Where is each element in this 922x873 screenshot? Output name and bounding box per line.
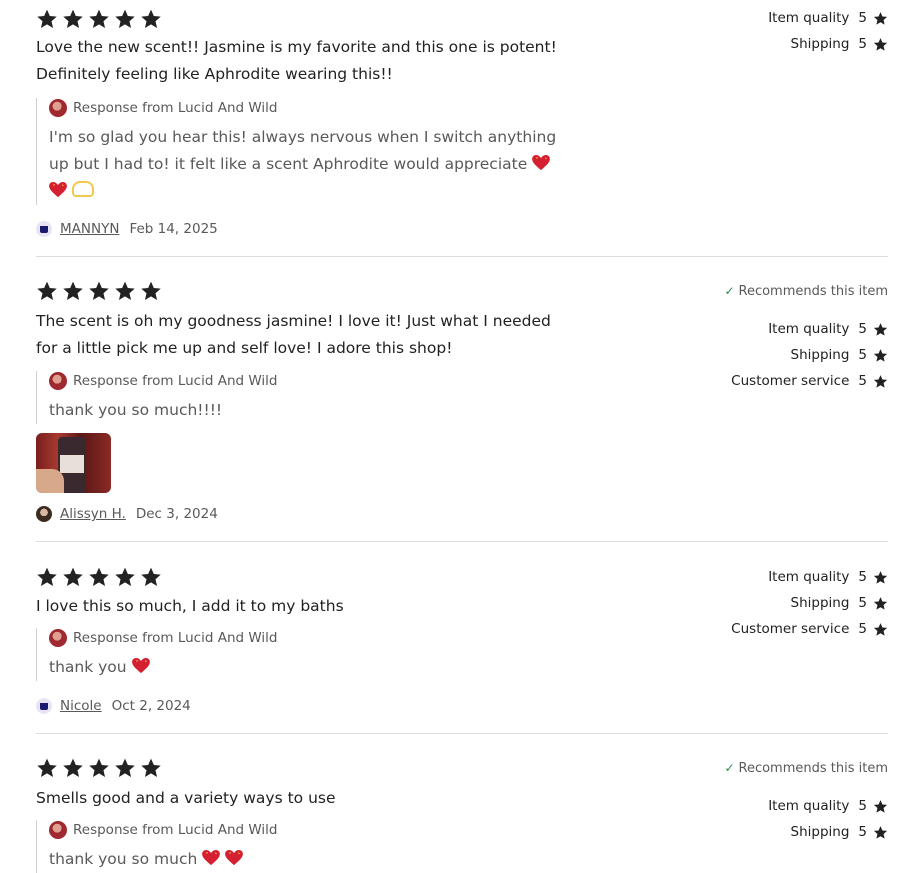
star-icon [114, 8, 138, 30]
divider [36, 541, 888, 542]
rating-row-shipping: Shipping 5 [768, 31, 888, 57]
rating-row-customer-service: Customer service 5 [731, 616, 888, 642]
review-card: The scent is oh my goodness jasmine! I l… [36, 280, 888, 530]
divider [36, 733, 888, 734]
review-meta: MANNYN Feb 14, 2025 [36, 219, 218, 239]
recommends-badge: ✓ Recommends this item [724, 760, 888, 776]
star-icon [140, 280, 164, 302]
avatar [36, 698, 52, 714]
response-label: Response from Lucid And Wild [73, 100, 278, 116]
response-label: Response from Lucid And Wild [73, 822, 278, 838]
shop-avatar [49, 629, 67, 647]
star-icon [873, 570, 888, 585]
rating-breakdown: ✓ Recommends this item Item quality 5 Ship… [724, 757, 888, 845]
response-text: thank you [49, 654, 569, 681]
review-text: Love the new scent!! Jasmine is my favor… [36, 38, 557, 83]
shop-response: Response from Lucid And Wild thank you s… [36, 371, 569, 424]
reviewer-name-link[interactable]: Alissyn H. [60, 506, 126, 522]
star-icon [873, 825, 888, 840]
star-icon [36, 8, 60, 30]
check-icon: ✓ [724, 284, 735, 298]
recommends-badge: ✓ Recommends this item [724, 283, 888, 299]
rating-breakdown: Item quality 5 Shipping 5 Customer service… [731, 564, 888, 642]
star-icon [873, 596, 888, 611]
review-date: Dec 3, 2024 [135, 506, 218, 522]
review-photo[interactable] [36, 433, 111, 493]
divider [36, 256, 888, 257]
reviewer-name-link[interactable]: Nicole [60, 698, 102, 714]
review-text: The scent is oh my goodness jasmine! I l… [36, 312, 551, 357]
star-icon [62, 280, 86, 302]
heart-icon [225, 850, 243, 866]
response-label: Response from Lucid And Wild [73, 630, 278, 646]
review-card: I love this so much, I add it to my bath… [36, 566, 888, 716]
avatar [36, 221, 52, 237]
reviewer-name-link[interactable]: MANNYN [60, 221, 119, 237]
rating-row-shipping: Shipping 5 [724, 342, 888, 368]
review-text: I love this so much, I add it to my bath… [36, 597, 344, 615]
star-icon [62, 757, 86, 779]
rating-breakdown: ✓ Recommends this item Item quality 5 Ship… [724, 280, 888, 394]
star-icon [873, 322, 888, 337]
review-card: Smells good and a variety ways to use Re… [36, 757, 888, 873]
star-icon [88, 566, 112, 588]
avatar [36, 506, 52, 522]
star-icon [62, 566, 86, 588]
response-text: thank you so much [49, 846, 569, 873]
review-date: Oct 2, 2024 [111, 698, 191, 714]
star-icon [873, 374, 888, 389]
star-icon [36, 757, 60, 779]
rating-breakdown: Item quality 5 Shipping 5 [768, 5, 888, 57]
response-text: I'm so glad you hear this! always nervou… [49, 124, 569, 205]
star-icon [88, 757, 112, 779]
star-icon [62, 8, 86, 30]
star-icon [114, 757, 138, 779]
shop-response: Response from Lucid And Wild I'm so glad… [36, 98, 569, 205]
shop-response: Response from Lucid And Wild thank you s… [36, 820, 569, 873]
star-icon [36, 280, 60, 302]
response-label: Response from Lucid And Wild [73, 373, 278, 389]
shop-avatar [49, 372, 67, 390]
rating-row-item-quality: Item quality 5 [768, 5, 888, 31]
shop-avatar [49, 821, 67, 839]
star-icon [140, 757, 164, 779]
shop-avatar [49, 99, 67, 117]
rating-row-item-quality: Item quality 5 [724, 316, 888, 342]
review-meta: Alissyn H. Dec 3, 2024 [36, 504, 218, 524]
check-icon: ✓ [724, 761, 735, 775]
heart-hands-icon [71, 181, 94, 197]
star-icon [873, 11, 888, 26]
star-icon [36, 566, 60, 588]
star-icon [873, 37, 888, 52]
sparkling-heart-icon [532, 155, 550, 171]
star-icon [873, 799, 888, 814]
rating-row-item-quality: Item quality 5 [731, 564, 888, 590]
star-icon [88, 280, 112, 302]
rating-row-shipping: Shipping 5 [731, 590, 888, 616]
heart-icon [202, 850, 220, 866]
review-text: Smells good and a variety ways to use [36, 789, 336, 807]
sparkling-heart-icon [49, 182, 67, 198]
star-icon [140, 566, 164, 588]
rating-row-shipping: Shipping 5 [724, 819, 888, 845]
star-rating [36, 8, 888, 30]
review-card: Love the new scent!! Jasmine is my favor… [36, 8, 888, 248]
star-icon [873, 348, 888, 363]
review-date: Feb 14, 2025 [129, 221, 218, 237]
star-icon [114, 566, 138, 588]
rating-row-item-quality: Item quality 5 [724, 793, 888, 819]
shop-response: Response from Lucid And Wild thank you [36, 628, 569, 681]
review-meta: Nicole Oct 2, 2024 [36, 696, 191, 716]
star-icon [140, 8, 164, 30]
rating-row-customer-service: Customer service 5 [724, 368, 888, 394]
star-icon [873, 622, 888, 637]
response-text: thank you so much!!!! [49, 401, 223, 419]
star-icon [114, 280, 138, 302]
star-icon [88, 8, 112, 30]
sparkling-heart-icon [132, 658, 150, 674]
